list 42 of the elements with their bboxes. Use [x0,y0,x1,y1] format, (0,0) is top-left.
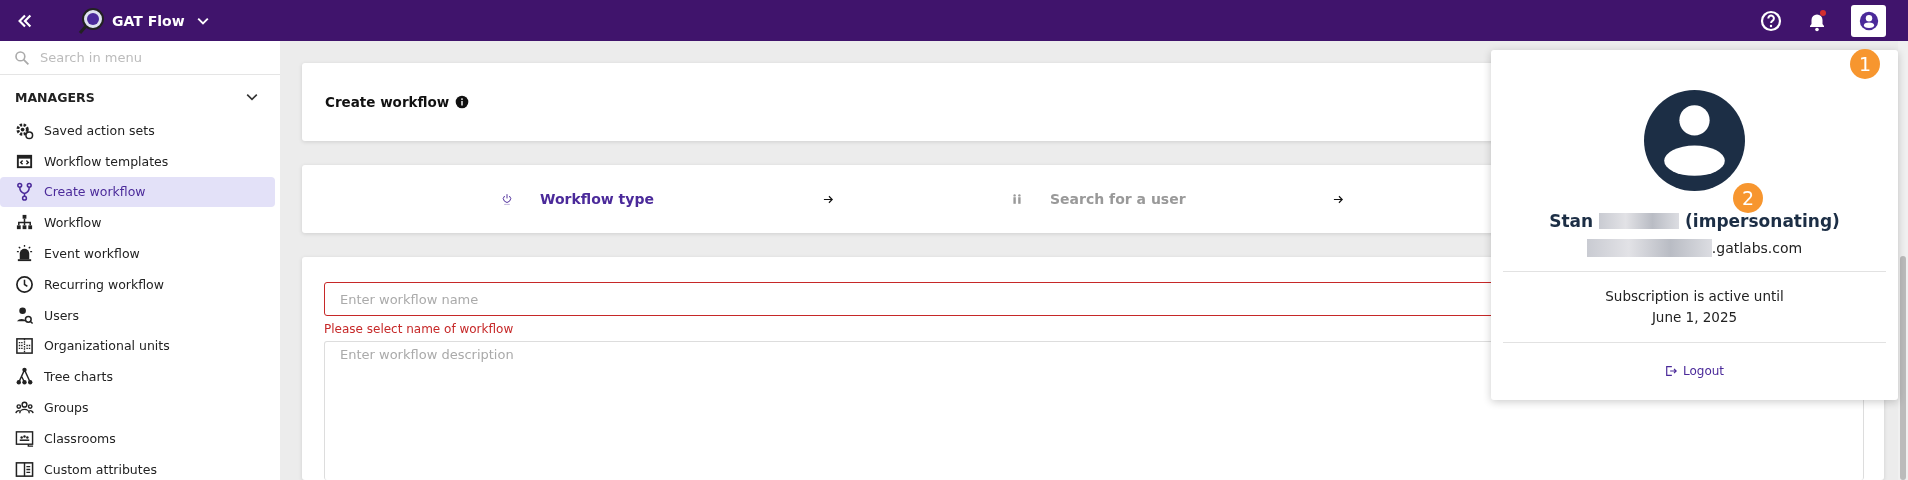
building-icon [15,336,34,356]
sidebar-item[interactable]: Recurring workflow [0,269,275,300]
magnifier-logo-icon [78,6,106,35]
user-icon [1857,9,1880,32]
power-icon [501,192,513,206]
sidebar-item[interactable]: Workflow [0,207,275,239]
panel-icon [15,459,34,479]
siren-icon [15,244,34,264]
sidebar-item[interactable]: Workflow templates [0,145,275,177]
sidebar-item[interactable]: Tree charts [0,361,275,393]
sidebar-item[interactable]: Classrooms [0,422,275,454]
fork-icon [15,182,34,202]
clock-icon [15,274,34,294]
sidebar-item[interactable]: Saved action sets [0,115,275,146]
user-account-button[interactable] [1851,4,1886,37]
logout-button[interactable]: Logout [1660,362,1729,380]
help-icon[interactable] [1759,8,1783,33]
user-first-name: Stan [1549,211,1594,231]
sidebar-item[interactable]: Create workflow [0,176,275,208]
arrow-right-icon [1333,193,1344,205]
sidebar-item[interactable]: Custom attributes [0,453,275,480]
tree-chart-icon [15,367,34,387]
user-search-icon [15,305,34,325]
search-icon [14,49,30,66]
email-domain: .gatlabs.com [1711,240,1803,256]
impersonating-label: (impersonating) [1685,211,1840,231]
people-icon [1011,192,1023,206]
info-icon[interactable] [455,95,470,109]
sidebar-item[interactable]: Users [0,299,275,331]
error-message: Please select name of workflow [324,322,515,336]
step-tab[interactable]: Workflow type [540,191,823,207]
logout-icon [1664,365,1677,377]
page-title: Create workflow [325,94,450,110]
scrollbar-thumb[interactable] [1900,256,1906,480]
sidebar-item[interactable]: Groups [0,392,275,423]
sidebar-item[interactable]: Organizational units [0,330,275,362]
app-name: GAT Flow [112,12,185,29]
section-heading: MANAGERS [15,89,95,105]
arrow-right-icon [823,193,834,205]
subscription-text: Subscription is active until [1605,287,1784,306]
sidebar-item[interactable]: Event workflow [0,238,275,269]
classroom-board-icon [15,428,34,448]
